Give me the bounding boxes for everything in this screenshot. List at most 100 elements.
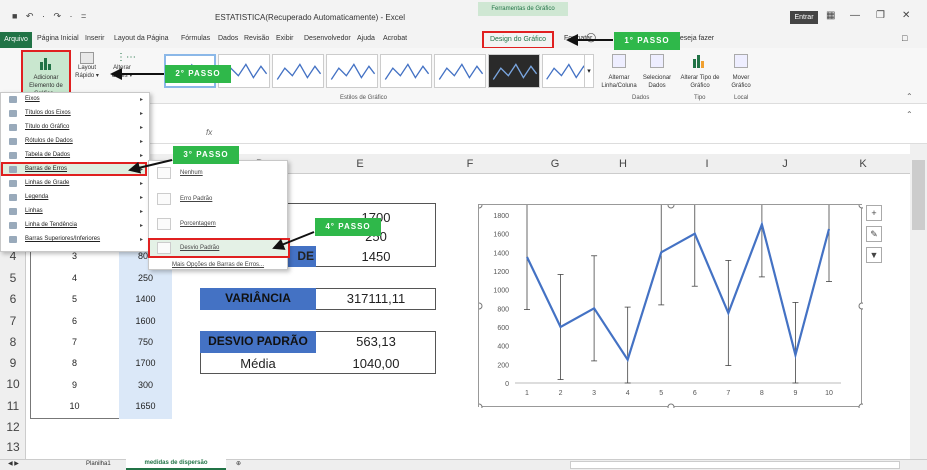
- cell-b8[interactable]: 750: [119, 332, 172, 353]
- variancia-value[interactable]: 317111,11: [316, 288, 436, 309]
- close-button[interactable]: ✕: [902, 10, 910, 21]
- gallery-more-icon[interactable]: ▾: [584, 54, 594, 88]
- fx-icon[interactable]: fx: [206, 128, 212, 137]
- column-header-f[interactable]: F: [440, 154, 500, 174]
- tab-formulas[interactable]: Fórmulas: [181, 35, 210, 42]
- lightbulb-icon[interactable]: ◯: [586, 32, 596, 43]
- menu-item-linhas[interactable]: Linhas: [25, 208, 43, 214]
- collapse-ribbon-icon[interactable]: ⌃: [906, 92, 913, 101]
- tab-dados[interactable]: Dados: [218, 35, 238, 42]
- column-header-h[interactable]: H: [598, 154, 648, 174]
- cell-a5[interactable]: 4: [30, 268, 119, 289]
- cell-b9[interactable]: 1700: [119, 353, 172, 374]
- chart-style-3[interactable]: [272, 54, 324, 88]
- minimize-button[interactable]: —: [850, 10, 860, 21]
- comments-icon[interactable]: □: [902, 33, 907, 43]
- vertical-scroll-thumb[interactable]: [912, 160, 925, 230]
- restore-button[interactable]: ❐: [876, 10, 885, 21]
- tab-desenvolvedor[interactable]: Desenvolvedor: [304, 35, 351, 42]
- tab-revisao[interactable]: Revisão: [244, 35, 269, 42]
- row-header-6[interactable]: 6: [0, 292, 26, 306]
- submenu-item-nenhum[interactable]: Nenhum: [180, 170, 203, 176]
- submenu-item-erro-padrao[interactable]: Erro Padrão: [180, 196, 212, 202]
- chart-area[interactable]: 0 200 400 600 800 1000 1200 1400 1600 1800 1 2 3 4 5 6 7…: [475, 171, 866, 411]
- row-header-5[interactable]: 5: [0, 271, 26, 285]
- cell-a10[interactable]: 9: [30, 375, 119, 396]
- menu-item-eixos[interactable]: Eixos: [25, 96, 40, 102]
- desvio-value[interactable]: 563,13: [316, 331, 436, 352]
- cell-a8[interactable]: 7: [30, 332, 119, 353]
- change-colors-button[interactable]: Alterar Cores ▾: [108, 64, 136, 80]
- tab-nav-icon[interactable]: ◀ ▶: [8, 459, 19, 470]
- variancia-label[interactable]: VARIÂNCIA: [200, 288, 316, 310]
- tab-exibir[interactable]: Exibir: [276, 35, 294, 42]
- add-sheet-button[interactable]: ⊕: [236, 459, 241, 470]
- tab-ajuda[interactable]: Ajuda: [357, 35, 375, 42]
- cell-b5[interactable]: 250: [119, 268, 172, 289]
- menu-item-rotulos[interactable]: Rótulos de Dados: [25, 138, 73, 144]
- sheet-tab-planilha1[interactable]: Planilha1: [86, 459, 111, 470]
- column-header-j[interactable]: J: [760, 154, 810, 174]
- menu-item-tendencia[interactable]: Linha de Tendência: [25, 222, 77, 228]
- column-header-i[interactable]: I: [682, 154, 732, 174]
- chart-styles-button[interactable]: ✎: [866, 226, 882, 242]
- row-header-12[interactable]: 12: [0, 420, 26, 434]
- select-data-button[interactable]: Selecionar Dados: [640, 74, 674, 90]
- tab-design-grafico[interactable]: Design do Gráfico: [482, 31, 554, 49]
- chart-style-6[interactable]: [434, 54, 486, 88]
- submenu-item-desvio-padrao[interactable]: Desvio Padrão: [180, 245, 219, 251]
- row-header-13[interactable]: 13: [0, 440, 26, 454]
- move-chart-button[interactable]: Mover Gráfico: [728, 74, 754, 90]
- row-header-9[interactable]: 9: [0, 356, 26, 370]
- cell-b11[interactable]: 1650: [119, 396, 172, 417]
- quick-layout-button[interactable]: Layout Rápido ▾: [72, 64, 102, 80]
- switch-row-column-button[interactable]: Alternar Linha/Coluna: [600, 74, 638, 90]
- desvio-label[interactable]: DESVIO PADRÃO: [200, 331, 316, 353]
- change-chart-type-button[interactable]: Alterar Tipo de Gráfico: [680, 74, 720, 90]
- row-header-11[interactable]: 11: [0, 399, 26, 413]
- cell-b7[interactable]: 1600: [119, 311, 172, 332]
- submenu-more-options[interactable]: Mais Opções de Barras de Erros...: [172, 262, 264, 268]
- menu-item-barras-sup-inf[interactable]: Barras Superiores/Inferiores: [25, 236, 100, 242]
- media-label[interactable]: Média: [200, 353, 316, 374]
- chart-style-5[interactable]: [380, 54, 432, 88]
- ribbon-display-icon[interactable]: ▦: [826, 10, 835, 21]
- row-header-8[interactable]: 8: [0, 335, 26, 349]
- horizontal-scrollbar[interactable]: [570, 461, 900, 469]
- column-header-e[interactable]: E: [312, 154, 408, 174]
- signin-button[interactable]: Entrar: [790, 11, 818, 24]
- row-header-10[interactable]: 10: [0, 377, 26, 391]
- tab-layout-pagina[interactable]: Layout da Página: [114, 35, 169, 42]
- menu-item-tabela[interactable]: Tabela de Dados: [25, 152, 70, 158]
- chart-elements-button[interactable]: +: [866, 205, 882, 221]
- menu-item-barras-erros[interactable]: Barras de Erros: [25, 166, 67, 172]
- tab-inserir[interactable]: Inserir: [85, 35, 104, 42]
- cell-a11[interactable]: 10: [30, 396, 119, 417]
- chart-style-7[interactable]: [488, 54, 540, 88]
- menu-item-legenda[interactable]: Legenda: [25, 194, 48, 200]
- row-header-7[interactable]: 7: [0, 314, 26, 328]
- expand-formula-icon[interactable]: ⌃: [906, 110, 913, 119]
- cell-b6[interactable]: 1400: [119, 289, 172, 310]
- cell-e4[interactable]: 1450: [316, 246, 436, 267]
- tell-me-input[interactable]: deseja fazer: [676, 35, 714, 42]
- submenu-item-porcentagem[interactable]: Porcentagem: [180, 221, 216, 227]
- cell-a7[interactable]: 6: [30, 311, 119, 332]
- menu-item-titulos-eixos[interactable]: Títulos dos Eixos: [25, 110, 71, 116]
- cell-b10[interactable]: 300: [119, 375, 172, 396]
- chart-style-4[interactable]: [326, 54, 378, 88]
- media-value[interactable]: 1040,00: [316, 353, 436, 374]
- column-header-k[interactable]: K: [838, 154, 888, 174]
- cell-a6[interactable]: 5: [30, 289, 119, 310]
- formula-bar[interactable]: [85, 104, 927, 144]
- menu-item-linhas-grade[interactable]: Linhas de Grade: [25, 180, 69, 186]
- cell-a9[interactable]: 8: [30, 353, 119, 374]
- menu-item-titulo-grafico[interactable]: Título do Gráfico: [25, 124, 69, 130]
- sheet-tab-medidas[interactable]: medidas de dispersão: [126, 458, 226, 470]
- tab-pagina-inicial[interactable]: Página Inicial: [37, 35, 79, 42]
- chart-filter-button[interactable]: ▼: [866, 247, 882, 263]
- tab-acrobat[interactable]: Acrobat: [383, 35, 407, 42]
- column-header-g[interactable]: G: [530, 154, 580, 174]
- tab-arquivo[interactable]: Arquivo: [0, 32, 32, 48]
- quick-access-toolbar[interactable]: ■ ↶ · ↷ · =: [12, 11, 89, 22]
